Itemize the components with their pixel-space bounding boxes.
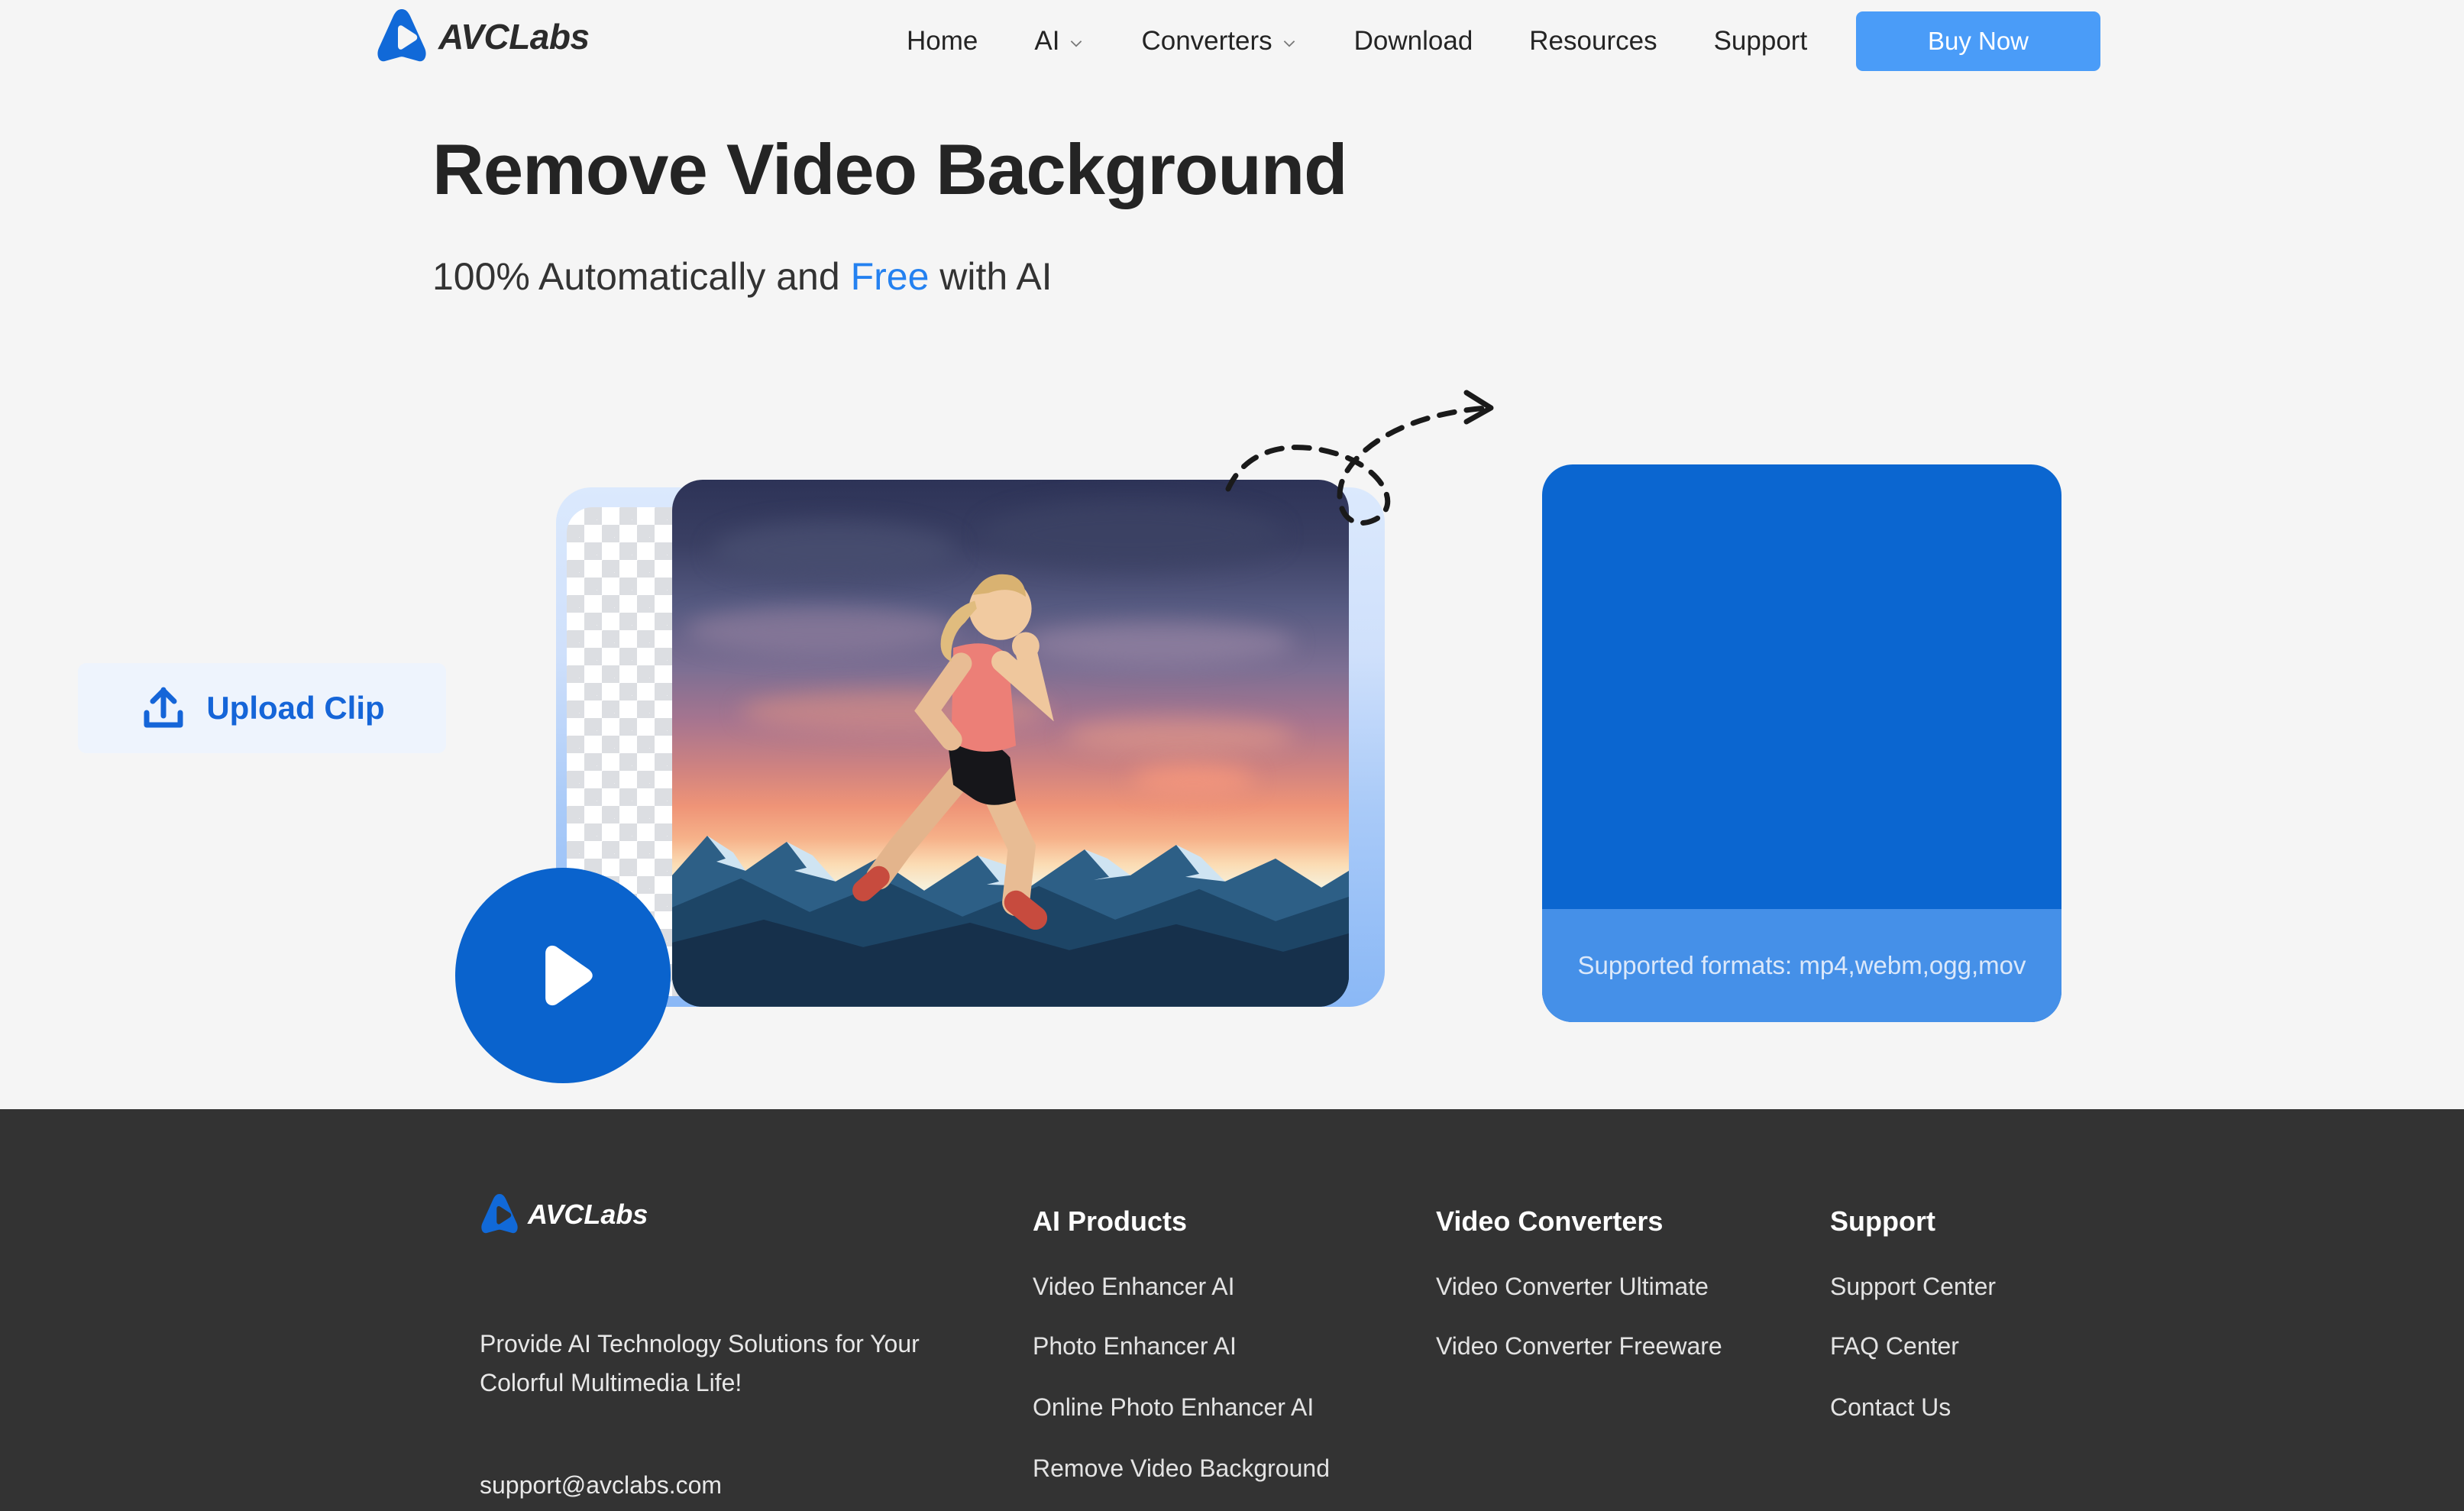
upload-clip-button[interactable]: Upload Clip	[78, 663, 446, 753]
upload-clip-label: Upload Clip	[206, 690, 385, 726]
buy-now-button[interactable]: Buy Now	[1856, 11, 2100, 71]
nav-item-download[interactable]: Download	[1326, 26, 1502, 57]
footer-heading-ai-products: AI Products	[1033, 1205, 1188, 1237]
page-root: AVCLabs Home AI Converters Download Reso…	[0, 0, 2464, 1511]
nav-label: Resources	[1529, 26, 1657, 56]
footer-link-remove-video-background[interactable]: Remove Video Background	[1033, 1454, 1330, 1483]
brand-logo[interactable]: AVCLabs	[376, 6, 590, 67]
nav-label: Home	[907, 26, 978, 56]
nav-item-resources[interactable]: Resources	[1501, 26, 1685, 57]
nav-label: AI	[1034, 26, 1060, 56]
video-preview-card	[556, 480, 1385, 1022]
hero-sub-after: with AI	[929, 255, 1053, 298]
play-icon	[545, 945, 593, 1006]
nav-label: Download	[1353, 26, 1473, 56]
footer-link-online-photo-enhancer-ai[interactable]: Online Photo Enhancer AI	[1033, 1393, 1314, 1422]
supported-formats-bar: Supported formats: mp4,webm,ogg,mov	[1542, 909, 2061, 1022]
supported-formats-text: Supported formats: mp4,webm,ogg,mov	[1577, 951, 2026, 979]
footer-link-video-converter-ultimate[interactable]: Video Converter Ultimate	[1436, 1273, 1709, 1301]
footer-brand-logo[interactable]: AVCLabs	[480, 1192, 648, 1238]
footer-link-support-center[interactable]: Support Center	[1830, 1273, 1996, 1301]
runner-figure	[852, 574, 1054, 930]
page-title: Remove Video Background	[432, 129, 1348, 209]
curved-dashed-arrow-icon	[1225, 390, 1494, 526]
nav-item-home[interactable]: Home	[878, 26, 1006, 57]
nav-label: Converters	[1141, 26, 1272, 56]
footer-tagline: Provide AI Technology Solutions for Your…	[480, 1330, 920, 1397]
play-button[interactable]	[455, 868, 671, 1083]
hero-sub-accent: Free	[850, 255, 930, 298]
video-thumbnail	[672, 480, 1349, 1007]
footer-link-video-enhancer-ai[interactable]: Video Enhancer AI	[1033, 1273, 1235, 1301]
upload-panel[interactable]: Supported formats: mp4,webm,ogg,mov	[1542, 464, 2061, 1022]
hero-sub-before: 100% Automatically and	[432, 255, 851, 298]
nav-item-ai[interactable]: AI	[1006, 26, 1113, 57]
nav-item-support[interactable]: Support	[1686, 26, 1836, 57]
avclabs-play-logo-icon	[481, 1194, 518, 1234]
upload-icon	[144, 687, 183, 728]
nav-label: Support	[1713, 26, 1808, 56]
footer-brand-name: AVCLabs	[528, 1199, 648, 1230]
footer-link-contact-us[interactable]: Contact Us	[1830, 1393, 1951, 1422]
hero-subtitle: 100% Automatically and Free with AI	[432, 254, 1053, 299]
avclabs-play-logo-icon	[377, 9, 426, 62]
brand-name: AVCLabs	[438, 17, 590, 57]
chevron-down-icon	[1283, 40, 1295, 47]
site-header: AVCLabs Home AI Converters Download Reso…	[0, 0, 2464, 83]
main-nav: Home AI Converters Download Resources Su…	[878, 0, 1835, 83]
footer-link-faq-center[interactable]: FAQ Center	[1830, 1332, 1959, 1361]
chevron-down-icon	[1071, 40, 1082, 47]
footer-heading-video-converters: Video Converters	[1436, 1205, 1664, 1237]
nav-item-converters[interactable]: Converters	[1113, 26, 1325, 57]
footer-link-video-converter-freeware[interactable]: Video Converter Freeware	[1436, 1332, 1722, 1361]
site-footer: AVCLabs Provide AI Technology Solutions …	[0, 1109, 2464, 1511]
footer-email[interactable]: support@avclabs.com	[480, 1471, 722, 1500]
footer-link-photo-enhancer-ai[interactable]: Photo Enhancer AI	[1033, 1332, 1237, 1361]
footer-heading-support: Support	[1830, 1205, 1935, 1237]
